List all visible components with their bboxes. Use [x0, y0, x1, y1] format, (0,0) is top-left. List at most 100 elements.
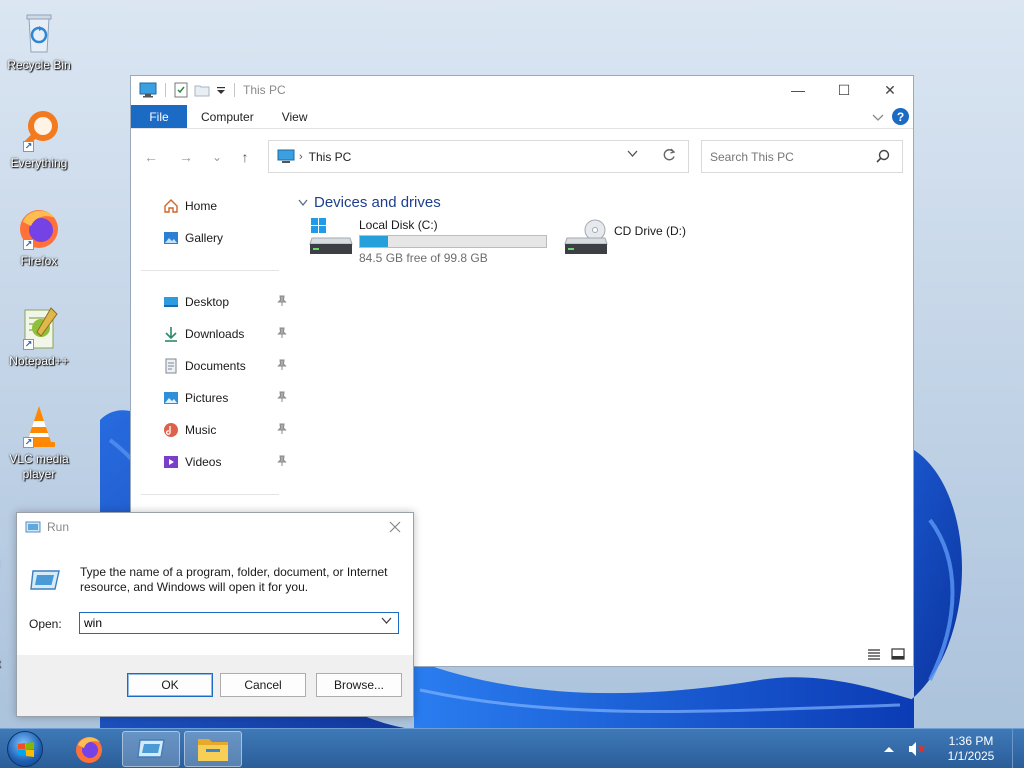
nav-item-label: Pictures [185, 391, 229, 405]
new-folder-icon[interactable] [194, 83, 210, 97]
taskbar-firefox[interactable] [60, 731, 118, 767]
volume-muted-icon[interactable] [908, 741, 926, 757]
desktop-icon-recycle-bin[interactable]: Recycle Bin [4, 8, 74, 73]
quick-access-toolbar [139, 82, 237, 98]
desktop-icon-everything[interactable]: ↗ Everything [4, 106, 74, 171]
videos-icon [164, 456, 178, 468]
group-header-devices-and-drives[interactable]: Devices and drives [298, 194, 441, 211]
drive-usage-fill [360, 236, 389, 247]
desktop-icon-label: Notepad++ [9, 354, 69, 368]
drive-free-space: 84.5 GB free of 99.8 GB [359, 251, 488, 265]
refresh-icon[interactable] [662, 148, 676, 165]
address-bar[interactable]: › This PC [268, 140, 689, 173]
open-input[interactable] [80, 616, 370, 630]
toolbar-separator [234, 83, 235, 97]
pin-icon[interactable] [277, 391, 287, 406]
minimize-button[interactable]: — [775, 76, 821, 104]
start-button[interactable] [7, 731, 43, 767]
desktop-icon-vlc[interactable]: ↗ VLC media player [4, 402, 74, 482]
nav-item-documents[interactable]: Documents [163, 354, 287, 378]
pin-icon[interactable] [277, 423, 287, 438]
nav-item-label: Gallery [185, 231, 224, 245]
nav-item-gallery[interactable]: Gallery [163, 226, 287, 250]
firefox-icon: ↗ [15, 204, 63, 252]
this-pc-icon [277, 149, 295, 163]
pin-icon[interactable] [277, 327, 287, 342]
recycle-bin-icon [15, 8, 63, 56]
drive-local-disk-c[interactable]: Local Disk (C:) 84.5 GB free of 99.8 GB [308, 218, 547, 265]
taskbar-clock[interactable]: 1:36 PM 1/1/2025 [936, 734, 1006, 764]
pin-icon[interactable] [277, 455, 287, 470]
browse-button[interactable]: Browse... [316, 673, 402, 697]
up-button[interactable]: ↑ [235, 148, 255, 166]
desktop-icon-label: Recycle Bin [7, 58, 71, 72]
shortcut-arrow-icon: ↗ [23, 437, 34, 448]
pin-icon[interactable] [277, 359, 287, 374]
pin-icon[interactable] [277, 295, 287, 310]
nav-item-downloads[interactable]: Downloads [163, 322, 287, 346]
recent-locations-button[interactable]: ⌄ [207, 148, 227, 166]
cancel-button[interactable]: Cancel [220, 673, 306, 697]
desktop-folder-icon [164, 297, 178, 307]
run-dialog: Run Type the name of a program, folder, … [16, 512, 414, 717]
nav-item-home[interactable]: Home [163, 194, 287, 218]
breadcrumb-this-pc[interactable]: This PC [309, 150, 352, 164]
this-pc-icon [139, 82, 157, 98]
nav-item-videos[interactable]: Videos [163, 450, 287, 474]
run-title-bar: Run [17, 513, 413, 541]
ribbon-right-controls: ? [872, 108, 909, 125]
nav-item-pictures[interactable]: Pictures [163, 386, 287, 410]
details-view-icon[interactable] [867, 648, 881, 660]
address-history-chevron-icon[interactable] [627, 150, 638, 161]
help-button[interactable]: ? [892, 108, 909, 125]
run-body: Type the name of a program, folder, docu… [17, 541, 413, 657]
desktop-icon-notepad-plus-plus[interactable]: ↗ Notepad++ [4, 304, 74, 369]
drive-name: CD Drive (D:) [614, 224, 686, 238]
maximize-button[interactable]: ☐ [821, 76, 867, 104]
clock-time: 1:36 PM [948, 734, 994, 748]
search-icon[interactable] [876, 149, 890, 166]
chevron-down-icon [381, 617, 392, 624]
desktop-icon-label: Everything [10, 156, 68, 170]
nav-item-desktop[interactable]: Desktop [163, 290, 287, 314]
show-desktop-button[interactable] [1012, 729, 1024, 768]
drive-usage-bar [359, 235, 547, 248]
windows-logo-icon [18, 742, 34, 757]
run-close-button[interactable] [385, 517, 405, 537]
tab-computer[interactable]: Computer [187, 105, 268, 128]
desktop-icon-partial-2[interactable]: ex [0, 654, 16, 671]
download-arrow-icon [165, 327, 177, 342]
nav-item-label: Desktop [185, 295, 230, 309]
back-button[interactable]: ← [141, 148, 161, 166]
breadcrumb-separator: › [299, 150, 303, 163]
open-history-dropdown[interactable] [381, 617, 392, 628]
customize-toolbar-dropdown-icon[interactable] [216, 84, 226, 96]
shortcut-arrow-icon: ↗ [23, 239, 34, 250]
tab-view[interactable]: View [268, 105, 322, 128]
taskbar-file-explorer[interactable] [184, 731, 242, 767]
large-icons-view-icon[interactable] [891, 648, 905, 660]
ok-button[interactable]: OK [127, 673, 213, 697]
run-title: Run [47, 520, 70, 534]
search-input[interactable] [710, 149, 870, 164]
desktop-icon-label: VLC media player [9, 452, 69, 481]
desktop-icon-partial-1[interactable]: Vi [0, 555, 16, 572]
window-title: This PC [243, 83, 286, 97]
folder-icon [198, 739, 228, 761]
taskbar-run[interactable] [122, 731, 180, 767]
properties-icon[interactable] [174, 82, 188, 98]
drive-details: CD Drive (D:) [614, 224, 686, 239]
tab-file[interactable]: File [131, 105, 187, 128]
forward-button[interactable]: → [176, 148, 196, 166]
desktop-icon-firefox[interactable]: ↗ Firefox [4, 204, 74, 269]
search-box [701, 140, 903, 173]
close-icon [389, 521, 401, 533]
expand-ribbon-chevron-icon[interactable] [872, 112, 884, 122]
open-label: Open: [29, 617, 62, 631]
drive-cd-d[interactable]: CD Drive (D:) [563, 218, 686, 258]
nav-item-music[interactable]: Music [163, 418, 287, 442]
home-icon [164, 199, 178, 213]
show-hidden-icons-icon[interactable] [882, 744, 896, 754]
view-toggle-buttons [867, 648, 905, 660]
close-button[interactable]: ✕ [867, 76, 913, 104]
